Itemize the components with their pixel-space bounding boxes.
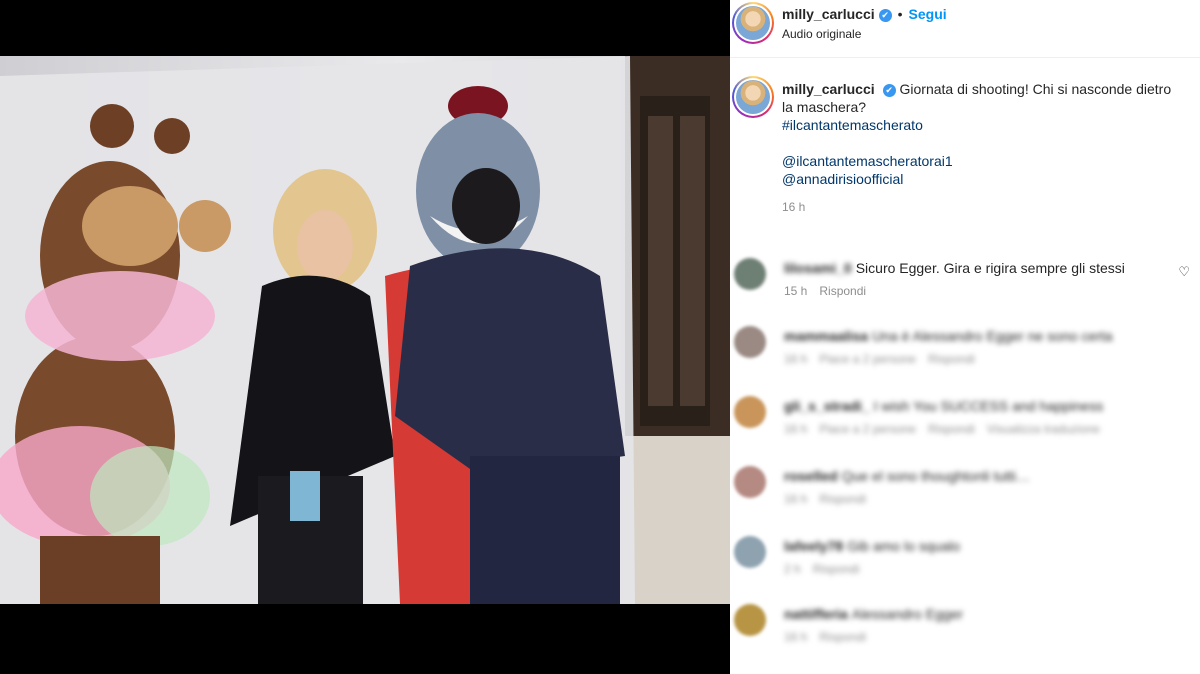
comment-item: lafeely78 Gib amo lo squalo 2 h Rispondi [730, 536, 1200, 596]
comment-item: mammaalisa Una è Alessandro Egger ne sono… [730, 326, 1200, 386]
comment-username[interactable]: roselled [784, 468, 838, 484]
reply-button[interactable]: Rispondi [819, 492, 866, 506]
comment-time[interactable]: 2 h [784, 562, 801, 576]
comment-meta: 15 h Rispondi [784, 284, 878, 298]
comment-username[interactable]: lafeely78 [784, 538, 843, 554]
comment-body: roselled Que el sono thoughtonli tutti… [784, 468, 1030, 484]
comment-time[interactable]: 16 h [784, 492, 807, 506]
comment-item: roselled Que el sono thoughtonli tutti… 16… [730, 466, 1200, 526]
comment-text: Que el sono thoughtonli tutti… [841, 468, 1031, 484]
caption-username[interactable]: milly_carlucci [782, 81, 875, 97]
comment-avatar[interactable] [734, 466, 766, 498]
comment-avatar[interactable] [734, 326, 766, 358]
comment-avatar[interactable] [734, 258, 766, 290]
post-age[interactable]: 16 h [782, 198, 1182, 216]
comment-username[interactable]: mammaalisa [784, 328, 868, 344]
audio-label[interactable]: Audio originale [782, 27, 861, 41]
comment-meta: 16 h Rispondi [784, 630, 878, 644]
comment-body: nattifferia Alessandro Egger [784, 606, 963, 622]
author-username[interactable]: milly_carlucci [782, 6, 875, 22]
comment-meta: 16 h Rispondi [784, 492, 878, 506]
comment-item: gli_s_stradi_ I wish You SUCCESS and happ… [730, 396, 1200, 456]
post-header: milly_carlucci ✔ • Segui Audio originale [730, 0, 1200, 58]
comment-item: nattifferia Alessandro Egger 16 h Rispondi [730, 604, 1200, 664]
comment-body: gli_s_stradi_ I wish You SUCCESS and happ… [784, 398, 1103, 414]
reply-button[interactable]: Rispondi [928, 422, 975, 436]
video-frame[interactable] [0, 56, 730, 604]
comment-time[interactable]: 16 h [784, 352, 807, 366]
post-caption: milly_carlucci ✔ Giornata di shooting! Ch… [782, 80, 1182, 216]
reply-button[interactable]: Rispondi [819, 630, 866, 644]
post-side-panel: milly_carlucci ✔ • Segui Audio originale mi… [730, 0, 1200, 674]
mention-link-2[interactable]: @annadirisioofficial [782, 171, 903, 187]
comment-meta: 2 h Rispondi [784, 562, 871, 576]
comment-likes[interactable]: Piace a 2 persone [819, 422, 916, 436]
comment-text: Sicuro Egger. Gira e rigira sempre gli s… [855, 260, 1125, 276]
comment-time[interactable]: 15 h [784, 284, 807, 298]
comment-time[interactable]: 16 h [784, 630, 807, 644]
video-player[interactable] [0, 0, 730, 674]
comment-likes[interactable]: Piace a 2 persone [819, 352, 916, 366]
reply-button[interactable]: Rispondi [813, 562, 860, 576]
comment-item: lilosami_0 Sicuro Egger. Gira e rigira se… [730, 258, 1200, 318]
comment-avatar[interactable] [734, 536, 766, 568]
hashtag-link[interactable]: #ilcantantemascherato [782, 117, 923, 133]
comment-body: mammaalisa Una è Alessandro Egger ne sono… [784, 328, 1113, 344]
comment-username[interactable]: gli_s_stradi_ [784, 398, 870, 414]
caption-author-avatar[interactable] [732, 76, 774, 118]
comment-text: I wish You SUCCESS and happiness [873, 398, 1104, 414]
reply-button[interactable]: Rispondi [928, 352, 975, 366]
follow-button[interactable]: Segui [909, 6, 947, 22]
comment-avatar[interactable] [734, 396, 766, 428]
author-avatar[interactable] [732, 2, 774, 44]
reply-button[interactable]: Rispondi [819, 284, 866, 298]
header-line: milly_carlucci ✔ • Segui [782, 6, 947, 24]
comment-text: Alessandro Egger [851, 606, 964, 622]
verified-badge-icon: ✔ [882, 84, 896, 97]
comment-meta: 16 h Piace a 2 persone Rispondi Visualizza … [784, 422, 1112, 436]
comment-text: Una è Alessandro Egger ne sono certa [872, 328, 1113, 344]
comment-text: Gib amo lo squalo [847, 538, 961, 554]
comment-username[interactable]: lilosami_0 [784, 260, 852, 276]
comment-meta: 16 h Piace a 2 persone Rispondi [784, 352, 987, 366]
comment-time[interactable]: 16 h [784, 422, 807, 436]
comment-body: lafeely78 Gib amo lo squalo [784, 538, 960, 554]
separator-dot: • [897, 6, 903, 22]
translate-link[interactable]: Visualizza traduzione [987, 422, 1100, 436]
video-still [0, 56, 730, 604]
comment-body: lilosami_0 Sicuro Egger. Gira e rigira se… [784, 260, 1125, 276]
comment-username[interactable]: nattifferia [784, 606, 848, 622]
comment-avatar[interactable] [734, 604, 766, 636]
heart-outline-icon[interactable]: ♡ [1178, 264, 1190, 280]
verified-badge-icon: ✔ [878, 9, 892, 22]
mention-link-1[interactable]: @ilcantantemascheratorai1 [782, 153, 953, 169]
